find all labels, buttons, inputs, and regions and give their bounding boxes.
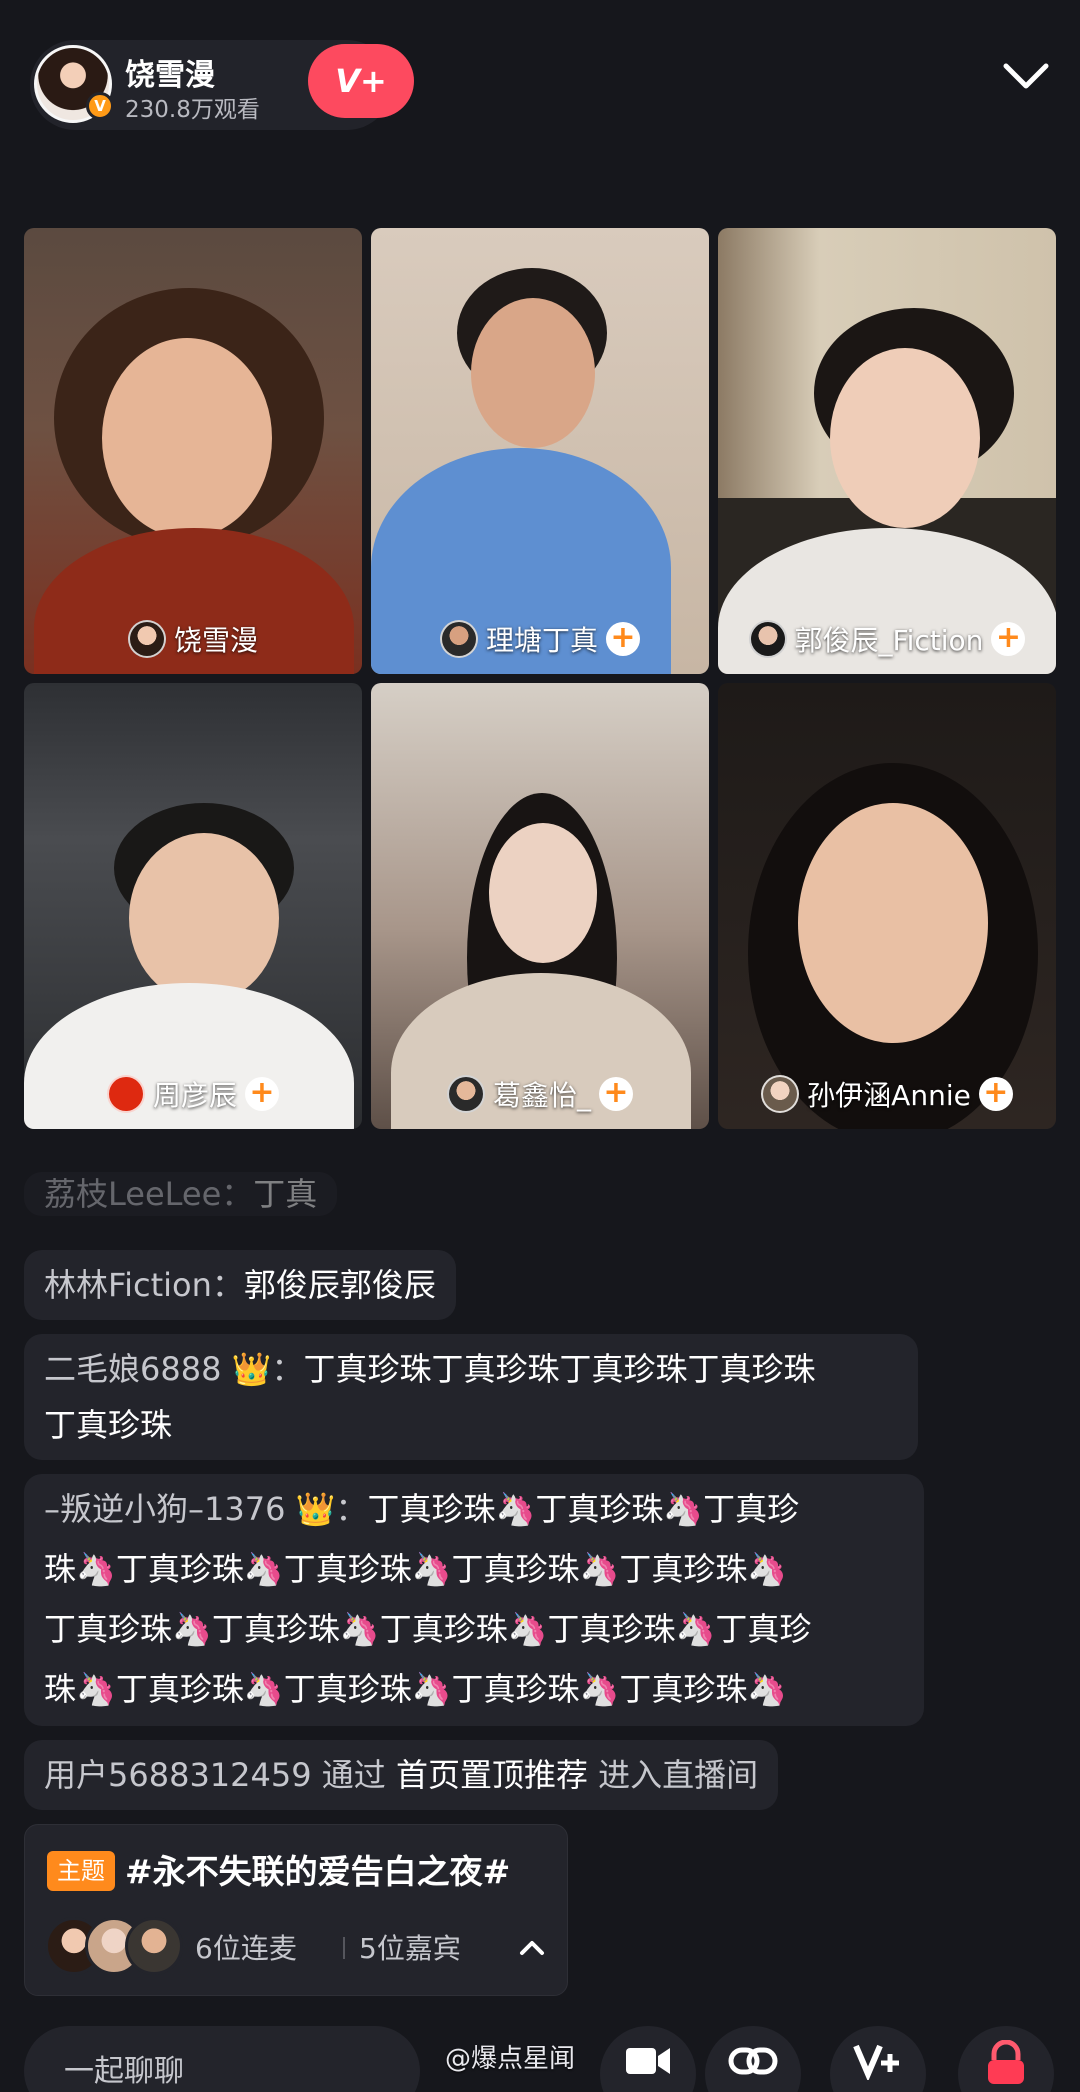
vip-plus-icon [853,2044,899,2080]
co-host-avatars[interactable] [45,1917,215,1977]
avatar[interactable] [761,1075,800,1113]
comment-user: 荔枝LeeLee： [44,1175,254,1213]
video-grid: 饶雪漫 理塘丁真 + 郭俊辰_Fiction + 周彦辰 + 葛鑫怡_ + 孙伊… [24,228,1056,1129]
gift-lock-button[interactable] [958,2026,1054,2092]
tile-label: 葛鑫怡_ + [371,1071,709,1117]
verified-badge-icon: V [86,92,114,120]
topic-title: #永不失联的爱告白之夜# [125,1852,511,1891]
participant-name: 孙伊涵Annie [807,1079,971,1112]
divider [343,1937,345,1959]
lock-icon [988,2040,1024,2084]
video-tile-4[interactable]: 周彦辰 + [24,683,362,1129]
follow-button[interactable]: + [978,1077,1013,1111]
link-icon [728,2047,778,2075]
system-text: 通过 [321,1756,386,1794]
link-button[interactable] [705,2026,801,2092]
participant-name: 葛鑫怡_ [492,1079,591,1112]
follow-button[interactable]: + [599,1077,633,1111]
tile-label: 郭俊辰_Fiction + [718,616,1056,662]
comment-user: 二毛娘6888 👑： [44,1350,304,1388]
comment-text: 丁真 [253,1175,318,1213]
mic-count: 6位连麦 [195,1932,297,1965]
view-count: 230.8万观看 [125,97,260,123]
video-tile-6[interactable]: 孙伊涵Annie + [718,683,1056,1129]
system-message: 用户5688312459 通过 首页置顶推荐 进入直播间 [24,1740,779,1810]
comment-text: 丁真珍珠丁真珍珠丁真珍珠丁真珍珠 [303,1350,816,1388]
chat-input[interactable]: 一起聊聊 [24,2026,420,2092]
comment-text: 珠🦄丁真珍珠🦄丁真珍珠🦄丁真珍珠🦄丁真珍珠🦄 [44,1670,788,1708]
participant-name: 理塘丁真 [485,624,598,657]
topic-card[interactable]: 主题 #永不失联的爱告白之夜# 6位连麦 5位嘉宾 [24,1824,568,1996]
flag-icon[interactable] [106,1075,145,1113]
video-tile-1[interactable]: 饶雪漫 [24,228,362,674]
camera-icon [626,2048,670,2074]
guest-count: 5位嘉宾 [359,1932,461,1965]
vip-plus-button[interactable]: V+ [308,44,414,118]
tile-label: 理塘丁真 + [371,616,709,662]
video-tile-5[interactable]: 葛鑫怡_ + [371,683,709,1129]
comment-item: 林林Fiction：郭俊辰郭俊辰 [24,1250,456,1320]
video-tile-2[interactable]: 理塘丁真 + [371,228,709,674]
participant-name: 周彦辰 [152,1079,237,1112]
comment-text: 丁真珍珠🦄丁真珍珠🦄丁真珍 [367,1490,800,1528]
comment-text: 丁真珍珠 [44,1406,173,1444]
comment-text: 丁真珍珠🦄丁真珍珠🦄丁真珍珠🦄丁真珍珠🦄丁真珍 [44,1610,812,1648]
system-text: 进入直播间 [598,1756,759,1794]
watermark-text: @爆点星闻 [445,2044,576,2074]
tile-label: 饶雪漫 [24,616,362,662]
participant-name: 郭俊辰_Fiction [794,624,984,657]
chat-placeholder: 一起聊聊 [64,2054,184,2089]
host-name: 饶雪漫 [125,58,215,93]
avatar[interactable] [446,1075,485,1113]
system-source: 首页置顶推荐 [395,1756,588,1794]
comment-item: –叛逆小狗–1376 👑：丁真珍珠🦄丁真珍珠🦄丁真珍 珠🦄丁真珍珠🦄丁真珍珠🦄丁… [24,1474,924,1726]
vip-plus-bottom-button[interactable] [830,2026,926,2092]
comment-user: –叛逆小狗–1376 👑： [44,1490,368,1528]
topic-tag: 主题 [47,1851,115,1891]
comment-text: 珠🦄丁真珍珠🦄丁真珍珠🦄丁真珍珠🦄丁真珍珠🦄 [44,1550,788,1588]
follow-button[interactable]: + [991,622,1026,656]
camera-button[interactable] [600,2026,696,2092]
avatar[interactable] [748,620,787,658]
comment-item: 荔枝LeeLee：丁真 [24,1172,338,1216]
comment-item: 二毛娘6888 👑：丁真珍珠丁真珍珠丁真珍珠丁真珍珠 丁真珍珠 [24,1334,918,1460]
video-tile-3[interactable]: 郭俊辰_Fiction + [718,228,1056,674]
participant-name: 饶雪漫 [173,624,258,657]
host-info-pill[interactable]: V 饶雪漫 230.8万观看 V+ [30,40,414,130]
comment-user: 林林Fiction： [44,1266,244,1304]
tile-label: 孙伊涵Annie + [718,1071,1056,1117]
comment-text: 郭俊辰郭俊辰 [243,1266,436,1304]
avatar[interactable] [127,620,166,658]
avatar [125,1917,183,1975]
tile-label: 周彦辰 + [24,1071,362,1117]
comment-user: 用户5688312459 [44,1756,312,1794]
avatar[interactable] [439,620,478,658]
follow-button[interactable]: + [606,622,640,656]
follow-button[interactable]: + [245,1077,279,1111]
top-bar: V 饶雪漫 230.8万观看 V+ [0,0,1080,170]
chevron-down-icon[interactable] [1000,56,1052,96]
chevron-up-icon[interactable] [517,1933,547,1963]
